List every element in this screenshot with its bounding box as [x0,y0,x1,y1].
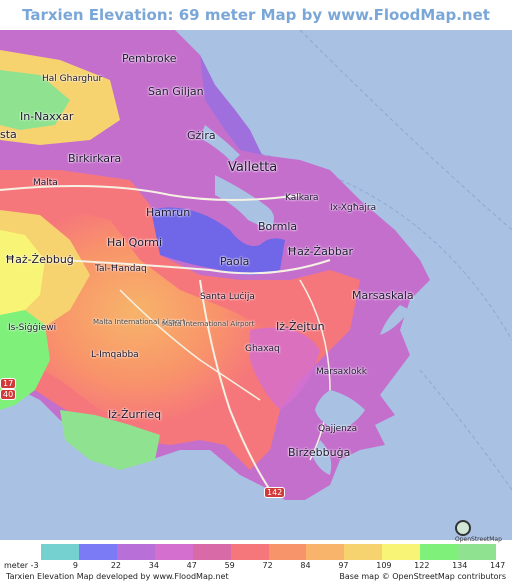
place-label[interactable]: Is-Siġġiewi [8,323,56,333]
legend-label: 84 [300,561,311,570]
legend-label: 72 [262,561,273,570]
legend-label: 147 [490,561,506,570]
magnifier-icon [455,520,471,536]
place-label[interactable]: Hal Qormi [107,236,162,249]
elevation-legend [41,544,497,560]
place-label[interactable]: Tal-Ħandaq [95,264,147,274]
place-label[interactable]: Ix-Xgħajra [330,203,376,213]
place-label[interactable]: Gżira [187,129,216,142]
place-label[interactable]: Ħaż-Żabbar [287,245,353,258]
place-label[interactable]: Malta International Airport [162,320,254,328]
osm-logo-text: OpenStreetMap [455,536,502,543]
osm-logo[interactable]: OpenStreetMap [455,520,507,543]
legend-swatch [458,544,497,560]
legend-swatch [306,544,345,560]
legend-swatch [78,544,117,560]
footer-credit[interactable]: Tarxien Elevation Map developed by www.F… [6,572,229,581]
place-label[interactable]: In-Naxxar [20,110,73,123]
legend-label: 47 [186,561,197,570]
place-label[interactable]: Marsaxlokk [316,367,367,377]
legend-label: 9 [72,561,78,570]
legend-swatch [41,544,79,560]
place-label[interactable]: San Giljan [148,85,204,98]
legend-swatch [382,544,421,560]
place-label[interactable]: Hamrun [146,206,190,219]
place-label[interactable]: Marsaskala [352,289,414,302]
legend-swatch [192,544,231,560]
place-label[interactable]: Malta [33,178,58,188]
place-label[interactable]: Iż-Żejtun [276,320,325,333]
legend-label: 109 [376,561,392,570]
legend-label: 59 [224,561,235,570]
elevation-map[interactable]: Pembroke Hal Gharghur San Giljan In-Naxx… [0,30,512,540]
place-label[interactable]: Iż-Żurrieq [108,408,161,421]
legend-label: 22 [110,561,122,570]
place-label[interactable]: Ghaxaq [245,344,280,354]
place-label[interactable]: Valletta [228,160,277,175]
place-label[interactable]: sta [0,128,17,141]
legend-swatch [116,544,155,560]
footer: Tarxien Elevation Map developed by www.F… [0,572,512,582]
footer-attribution[interactable]: Base map © OpenStreetMap contributors [339,572,506,581]
place-label[interactable]: Hal Gharghur [42,74,102,84]
legend-label: 97 [338,561,349,570]
place-label[interactable]: Ħaż-Żebbuġ [5,253,74,266]
place-label[interactable]: Santa Luċija [200,292,255,302]
place-label[interactable]: Birkirkara [68,152,121,165]
place-label[interactable]: L-Imqabba [91,350,139,360]
map-title: Tarxien Elevation: 69 meter Map by www.F… [22,6,490,54]
legend-label: 134 [452,561,468,570]
legend-swatch [268,544,307,560]
place-label[interactable]: Kalkara [285,193,319,203]
legend-swatch [230,544,269,560]
road-number-badge: 17 [0,378,17,389]
legend-swatch [154,544,193,560]
legend-swatch [344,544,383,560]
place-label[interactable]: Birżebbuġa [288,446,350,459]
place-label[interactable]: Paola [220,255,249,268]
place-label[interactable]: Bormla [258,220,297,233]
road-number-badge: 142 [264,487,286,498]
legend-swatch [420,544,459,560]
place-label[interactable]: Pembroke [122,52,176,65]
map-canvas [0,30,512,540]
place-label[interactable]: Qajjenza [318,424,357,434]
road-number-badge: 40 [0,389,17,400]
legend-label: 122 [414,561,430,570]
legend-label: 34 [148,561,159,570]
legend-label: meter -3 [4,561,39,570]
